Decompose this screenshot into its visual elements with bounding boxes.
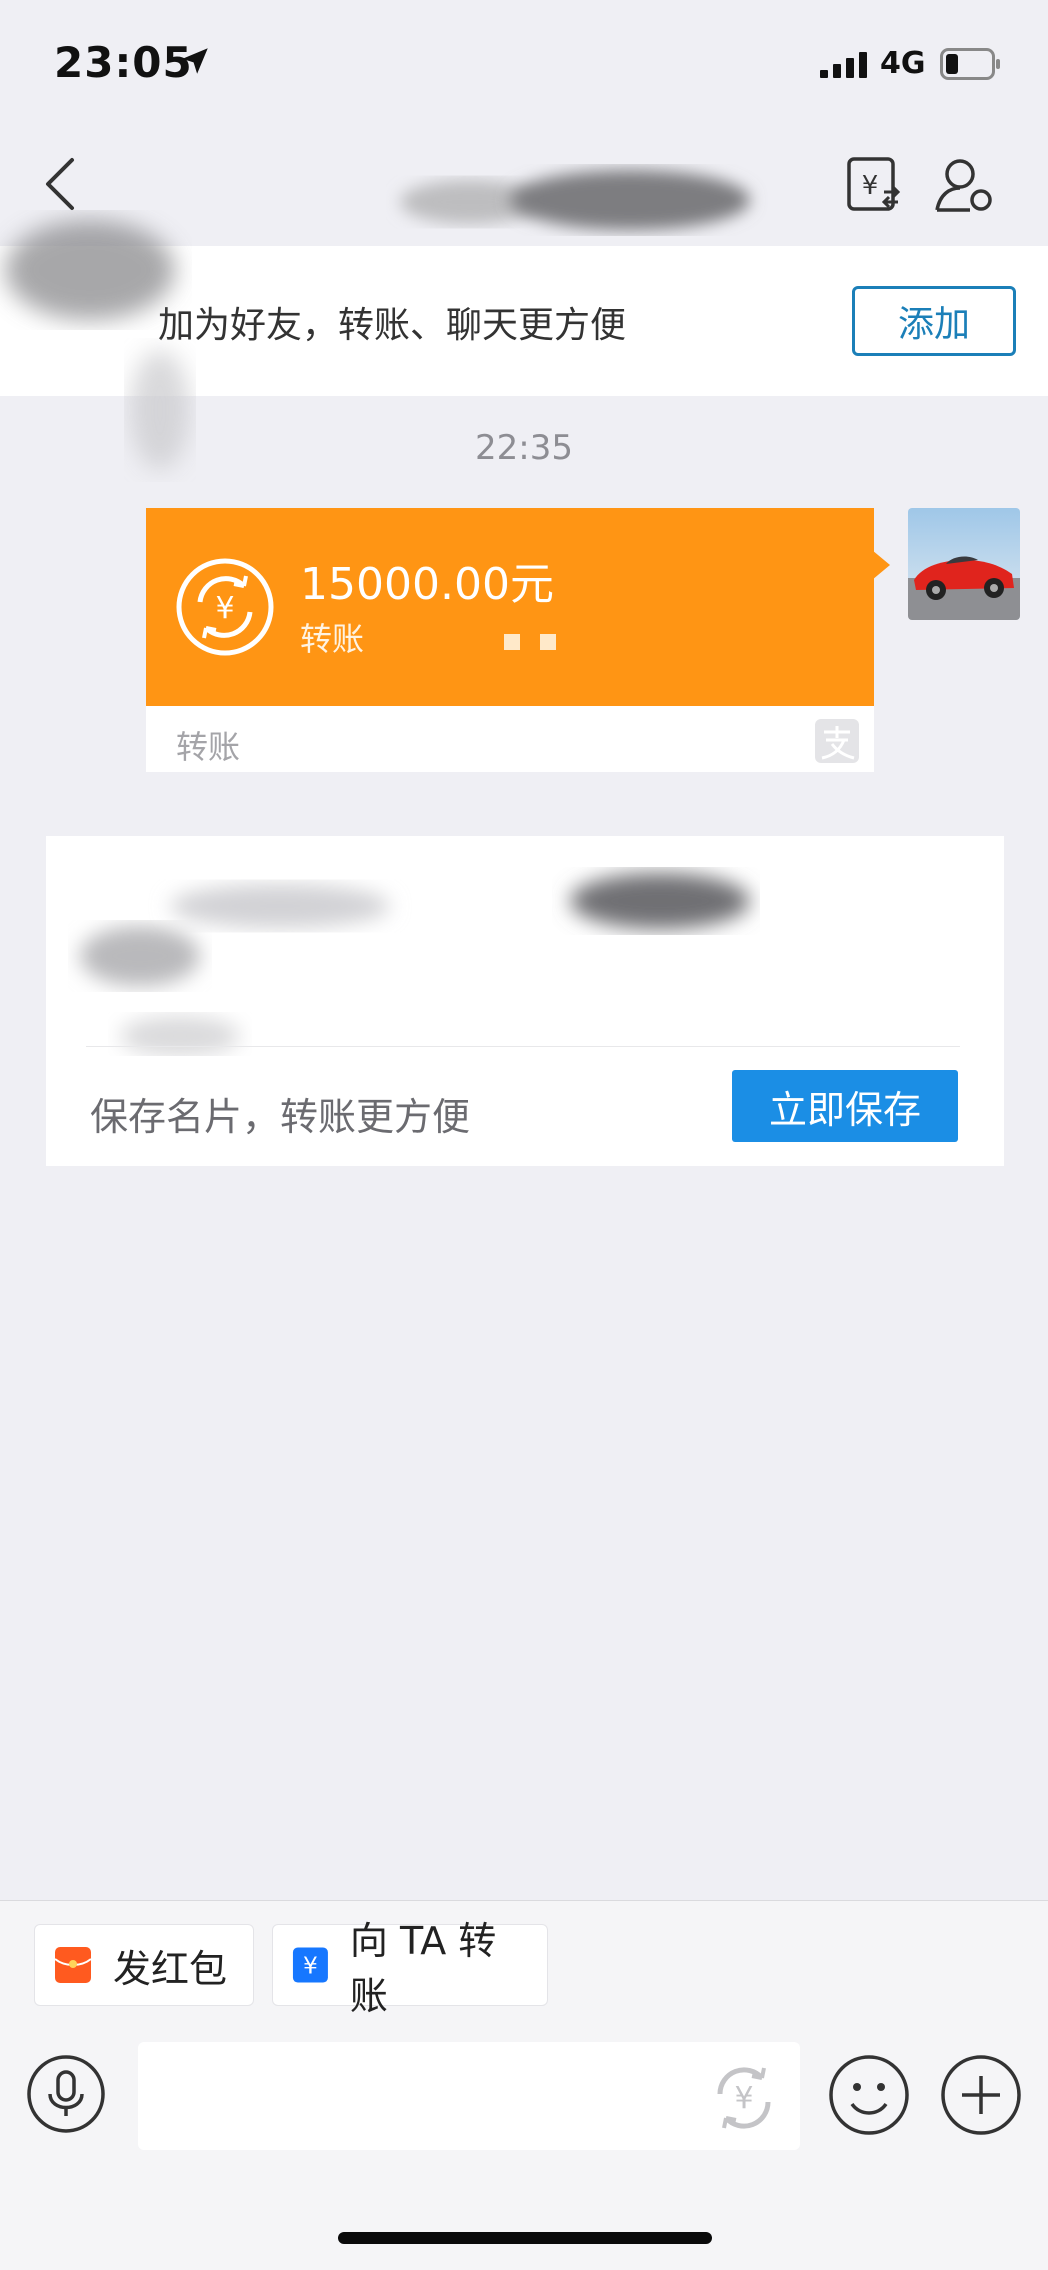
signal-icon bbox=[820, 52, 867, 78]
bubble-tail bbox=[872, 550, 890, 580]
location-arrow-icon bbox=[182, 48, 208, 74]
avatar[interactable] bbox=[908, 508, 1020, 620]
input-transfer-icon[interactable]: ¥ bbox=[704, 2058, 784, 2138]
transfer-yuan-icon[interactable]: ¥ bbox=[846, 156, 902, 212]
save-card-text: 保存名片，转账更方便 bbox=[90, 1095, 471, 1139]
message-timestamp: 22:35 bbox=[475, 428, 573, 468]
plus-icon[interactable] bbox=[940, 2054, 1022, 2136]
red-envelope-icon bbox=[54, 1947, 92, 1983]
transfer-card-footer bbox=[146, 706, 874, 772]
add-friend-button[interactable]: 添加 bbox=[852, 286, 1016, 356]
network-type: 4G bbox=[880, 46, 926, 81]
redacted-dots bbox=[504, 634, 556, 650]
svg-text:¥: ¥ bbox=[215, 591, 234, 626]
voice-input-icon[interactable] bbox=[26, 2054, 106, 2134]
redacted-contact-name bbox=[400, 170, 750, 230]
car-avatar-image bbox=[908, 508, 1020, 620]
transfer-card-footer-label: 转账 bbox=[176, 728, 241, 766]
send-red-envelope-button[interactable]: 发红包 bbox=[34, 1924, 254, 2006]
add-friend-text: 加为好友，转账、聊天更方便 bbox=[158, 305, 627, 346]
transfer-to-ta-button[interactable]: ¥ 向 TA 转账 bbox=[272, 1919, 548, 2018]
status-time: 23:05 bbox=[54, 38, 193, 87]
message-input[interactable] bbox=[138, 2042, 800, 2150]
transfer-icon: ¥ bbox=[292, 1947, 328, 1983]
transfer-subtitle: 转账 bbox=[300, 620, 365, 658]
redacted-contact-info bbox=[80, 873, 750, 1056]
transfer-to-ta-label: 向 TA 转账 bbox=[349, 1919, 497, 2018]
user-settings-icon[interactable] bbox=[934, 156, 994, 212]
alipay-logo-icon bbox=[815, 719, 859, 763]
divider bbox=[86, 1046, 960, 1047]
home-indicator bbox=[338, 2232, 712, 2244]
send-red-envelope-label: 发红包 bbox=[113, 1946, 228, 1991]
battery-icon bbox=[940, 48, 1000, 80]
save-now-button[interactable]: 立即保存 bbox=[732, 1070, 958, 1142]
svg-text:¥: ¥ bbox=[303, 1953, 318, 1980]
emoji-icon[interactable] bbox=[828, 2054, 910, 2136]
transfer-coin-icon: ¥ bbox=[176, 558, 274, 656]
svg-text:¥: ¥ bbox=[734, 2081, 753, 2116]
svg-text:¥: ¥ bbox=[862, 171, 879, 201]
transfer-amount: 15000.00元 bbox=[300, 559, 554, 610]
